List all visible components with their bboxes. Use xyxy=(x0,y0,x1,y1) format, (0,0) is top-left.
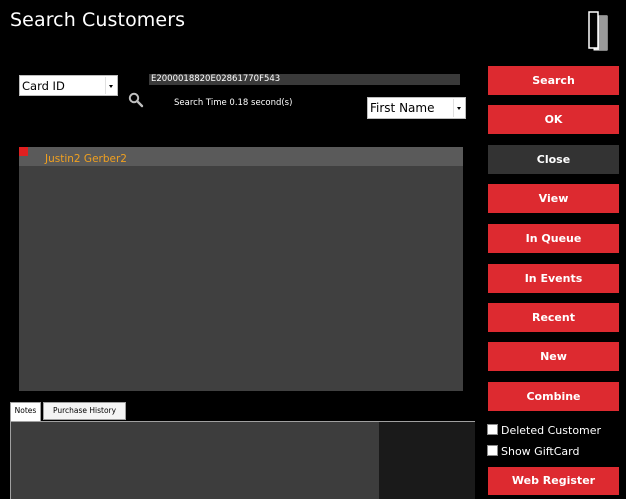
search-time-label: Search Time 0.18 second(s) xyxy=(174,98,293,108)
close-button[interactable]: Close xyxy=(488,145,619,174)
in-queue-button[interactable]: In Queue xyxy=(488,224,619,253)
ok-button[interactable]: OK xyxy=(488,105,619,134)
customer-name: Justin2 Gerber2 xyxy=(45,153,127,165)
search-field-select[interactable]: Card ID xyxy=(19,75,118,96)
combine-button[interactable]: Combine xyxy=(488,382,619,411)
checkbox-box[interactable] xyxy=(487,445,498,456)
deleted-customer-checkbox[interactable]: Deleted Customer xyxy=(487,424,601,438)
search-field-select-value: Card ID xyxy=(22,79,65,93)
tab-purchase-history[interactable]: Purchase History xyxy=(43,402,126,420)
tab-notes[interactable]: Notes xyxy=(10,402,41,421)
window-title: Search Customers xyxy=(10,9,186,31)
chevron-down-icon[interactable] xyxy=(105,77,116,94)
notes-side-panel xyxy=(379,422,475,499)
search-button[interactable]: Search xyxy=(488,66,619,95)
sort-select-value: First Name xyxy=(370,101,435,115)
web-register-button[interactable]: Web Register xyxy=(488,467,619,495)
new-button[interactable]: New xyxy=(488,342,619,371)
in-events-button[interactable]: In Events xyxy=(488,264,619,293)
list-item[interactable]: Justin2 Gerber2 xyxy=(19,147,463,166)
door-exit-icon[interactable] xyxy=(586,10,610,52)
results-list[interactable]: Justin2 Gerber2 xyxy=(19,147,463,391)
notes-panel[interactable] xyxy=(10,421,475,499)
notes-textarea[interactable] xyxy=(11,422,379,499)
magnifier-icon[interactable] xyxy=(128,92,144,108)
checkbox-box[interactable] xyxy=(487,424,498,435)
recent-button[interactable]: Recent xyxy=(488,303,619,332)
sort-select[interactable]: First Name xyxy=(367,97,466,119)
result-marker xyxy=(19,147,28,156)
show-giftcard-checkbox[interactable]: Show GiftCard xyxy=(487,445,579,459)
chevron-down-icon[interactable] xyxy=(453,99,464,117)
card-id-input[interactable]: E2000018820E02861770F543 xyxy=(149,74,460,85)
view-button[interactable]: View xyxy=(488,184,619,213)
deleted-customer-label: Deleted Customer xyxy=(501,424,602,437)
show-giftcard-label: Show GiftCard xyxy=(501,445,580,458)
